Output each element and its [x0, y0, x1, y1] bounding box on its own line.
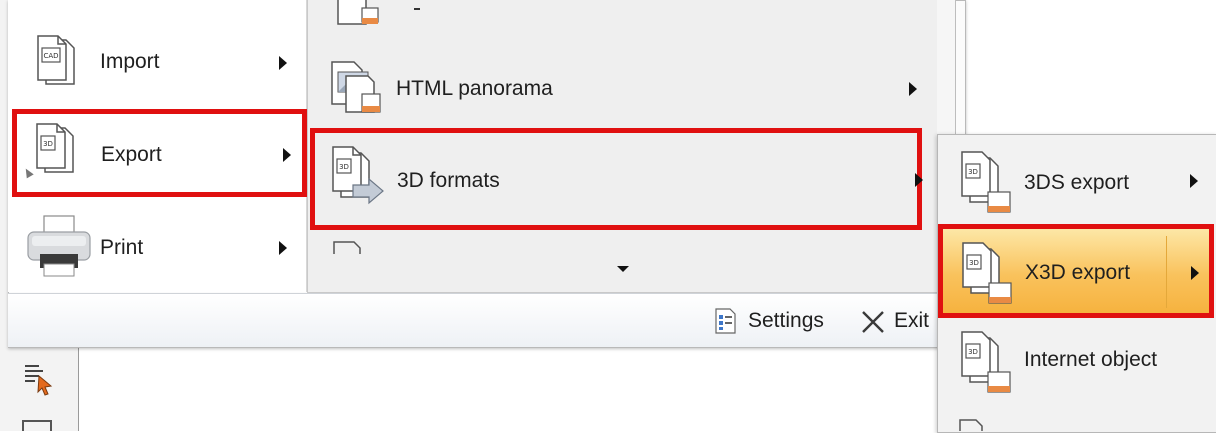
submenu-item-internet-object-label: Internet object — [1024, 348, 1158, 371]
panorama-document-icon — [326, 58, 386, 120]
settings-button[interactable]: Settings — [712, 305, 840, 337]
submenu-item-html-panorama[interactable]: HTML panorama — [312, 54, 932, 126]
3d-export-arrow-icon: 3D — [327, 145, 389, 209]
chevron-right-icon — [1191, 266, 1199, 280]
printer-icon — [24, 214, 94, 280]
svg-text:3D: 3D — [339, 163, 349, 171]
chevron-right-icon — [279, 56, 287, 70]
menu-item-import-label: Import — [100, 50, 160, 73]
svg-text:CAD: CAD — [43, 52, 58, 60]
3d-document-icon: 3D — [31, 122, 79, 178]
select-tool-icon[interactable] — [22, 362, 54, 398]
menu-item-import[interactable]: CAD Import — [14, 30, 300, 96]
3d-save-document-icon: 3D — [956, 150, 1016, 216]
settings-icon — [712, 307, 738, 335]
submenu-item-x3d-export[interactable]: 3D X3D export — [938, 224, 1214, 318]
svg-text:3D: 3D — [43, 140, 53, 148]
menu-item-print-label: Print — [100, 236, 144, 259]
close-icon — [860, 309, 886, 335]
svg-text:3D: 3D — [969, 259, 979, 267]
submenu-item-partial-bottom[interactable] — [330, 236, 390, 256]
chevron-right-icon — [279, 241, 287, 255]
menu-item-print[interactable]: Print — [14, 212, 300, 282]
submenu-item-html-panorama-label: HTML panorama — [396, 77, 553, 100]
submenu-item-partial-text — [414, 0, 420, 10]
svg-text:3D: 3D — [968, 348, 978, 356]
exit-button[interactable]: Exit — [858, 305, 938, 337]
submenu-item-3d-formats[interactable]: 3D 3D formats — [310, 128, 923, 230]
svg-text:3D: 3D — [968, 168, 978, 176]
submenu-item-internet-object[interactable]: 3D Internet object — [940, 322, 1216, 402]
chevron-right-icon — [909, 82, 917, 96]
submenu-item-partial-bottom-2[interactable] — [956, 414, 996, 431]
submenu-item-partial-top[interactable] — [330, 0, 390, 30]
settings-label: Settings — [748, 309, 824, 332]
3d-save-document-icon: 3D — [956, 330, 1016, 396]
chevron-right-icon — [1190, 174, 1198, 188]
toolbar-icon-partial[interactable] — [22, 420, 52, 431]
menu-item-export[interactable]: 3D Export — [12, 109, 307, 197]
chevron-right-icon — [915, 173, 923, 187]
submenu-item-3d-formats-label: 3D formats — [397, 169, 500, 192]
exit-label: Exit — [894, 309, 930, 332]
scroll-down-icon[interactable] — [617, 266, 629, 272]
submenu-item-3ds-export-label: 3DS export — [1024, 171, 1130, 194]
chevron-right-icon — [283, 148, 291, 162]
3d-save-document-icon: 3D — [957, 241, 1017, 307]
submenu-item-x3d-export-label: X3D export — [1025, 261, 1131, 284]
cad-document-icon: CAD — [32, 34, 80, 90]
menu-item-export-label: Export — [101, 143, 162, 166]
submenu-item-3ds-export[interactable]: 3D 3DS export — [940, 140, 1216, 224]
